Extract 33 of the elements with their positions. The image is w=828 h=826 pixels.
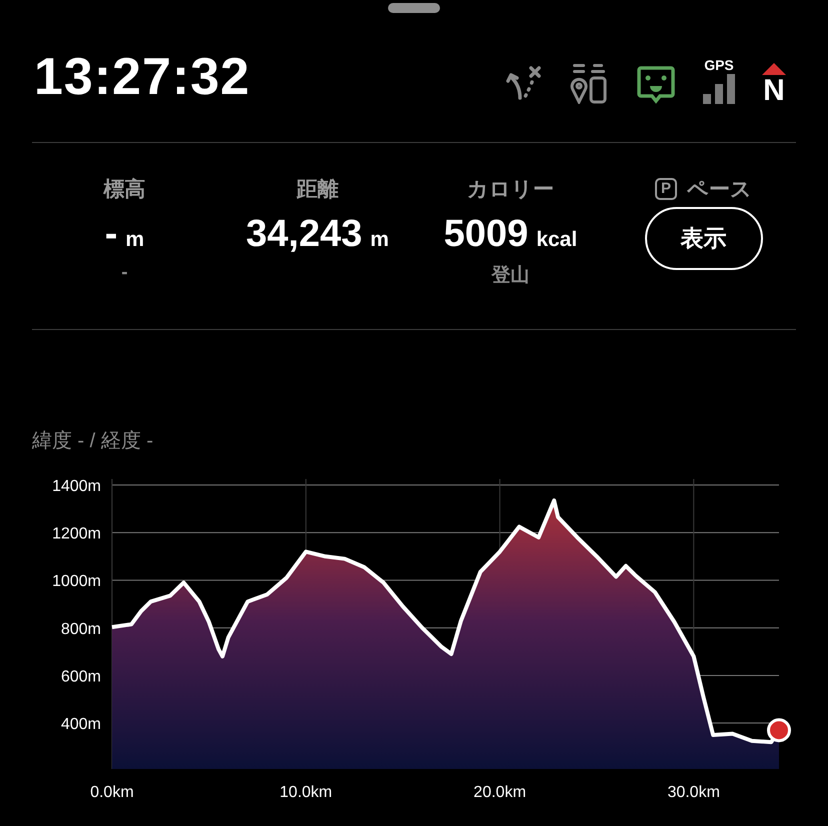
stat-label: カロリー (467, 177, 554, 203)
y-axis-label: 1400m (52, 478, 101, 495)
y-axis-label: 1200m (52, 526, 101, 543)
stat-value: - (104, 213, 118, 256)
y-axis-label: 600m (60, 668, 101, 686)
drag-handle[interactable] (388, 3, 440, 13)
stat-subtext: 登山 (492, 264, 530, 288)
x-axis-label: 30.0km (667, 784, 720, 801)
parking-icon: P (655, 178, 677, 200)
stat-value: 5009 (444, 213, 528, 256)
y-axis-label: 800m (60, 620, 101, 638)
compass-label: N (763, 78, 785, 104)
stat-unit: kcal (536, 228, 578, 252)
clock-time: 13:27:32 (34, 47, 250, 107)
x-axis-label: 10.0km (280, 784, 332, 801)
current-position-marker (767, 718, 791, 742)
signal-bars-icon[interactable] (702, 74, 736, 104)
stat-unit: m (125, 228, 144, 252)
gps-label: GPS (704, 58, 734, 72)
y-axis-label: 400m (60, 716, 101, 734)
stat-label: 標高 (104, 176, 146, 203)
stat-unit: m (370, 228, 389, 252)
stat-subtext: - (121, 262, 128, 284)
y-axis-label: 1000m (52, 573, 101, 590)
stat-label: 距離 (296, 177, 338, 203)
north-arrow-icon[interactable] (762, 63, 786, 75)
stat-value: 34,243 (246, 213, 362, 256)
smiley-chat-icon[interactable] (636, 64, 676, 104)
stat-label: ペース (687, 177, 752, 203)
show-button[interactable]: 表示 (644, 207, 762, 270)
coordinates-text: 緯度 - / 経度 - (32, 429, 154, 451)
x-axis-label: 0.0km (90, 784, 134, 801)
x-axis-label: 20.0km (474, 784, 526, 801)
